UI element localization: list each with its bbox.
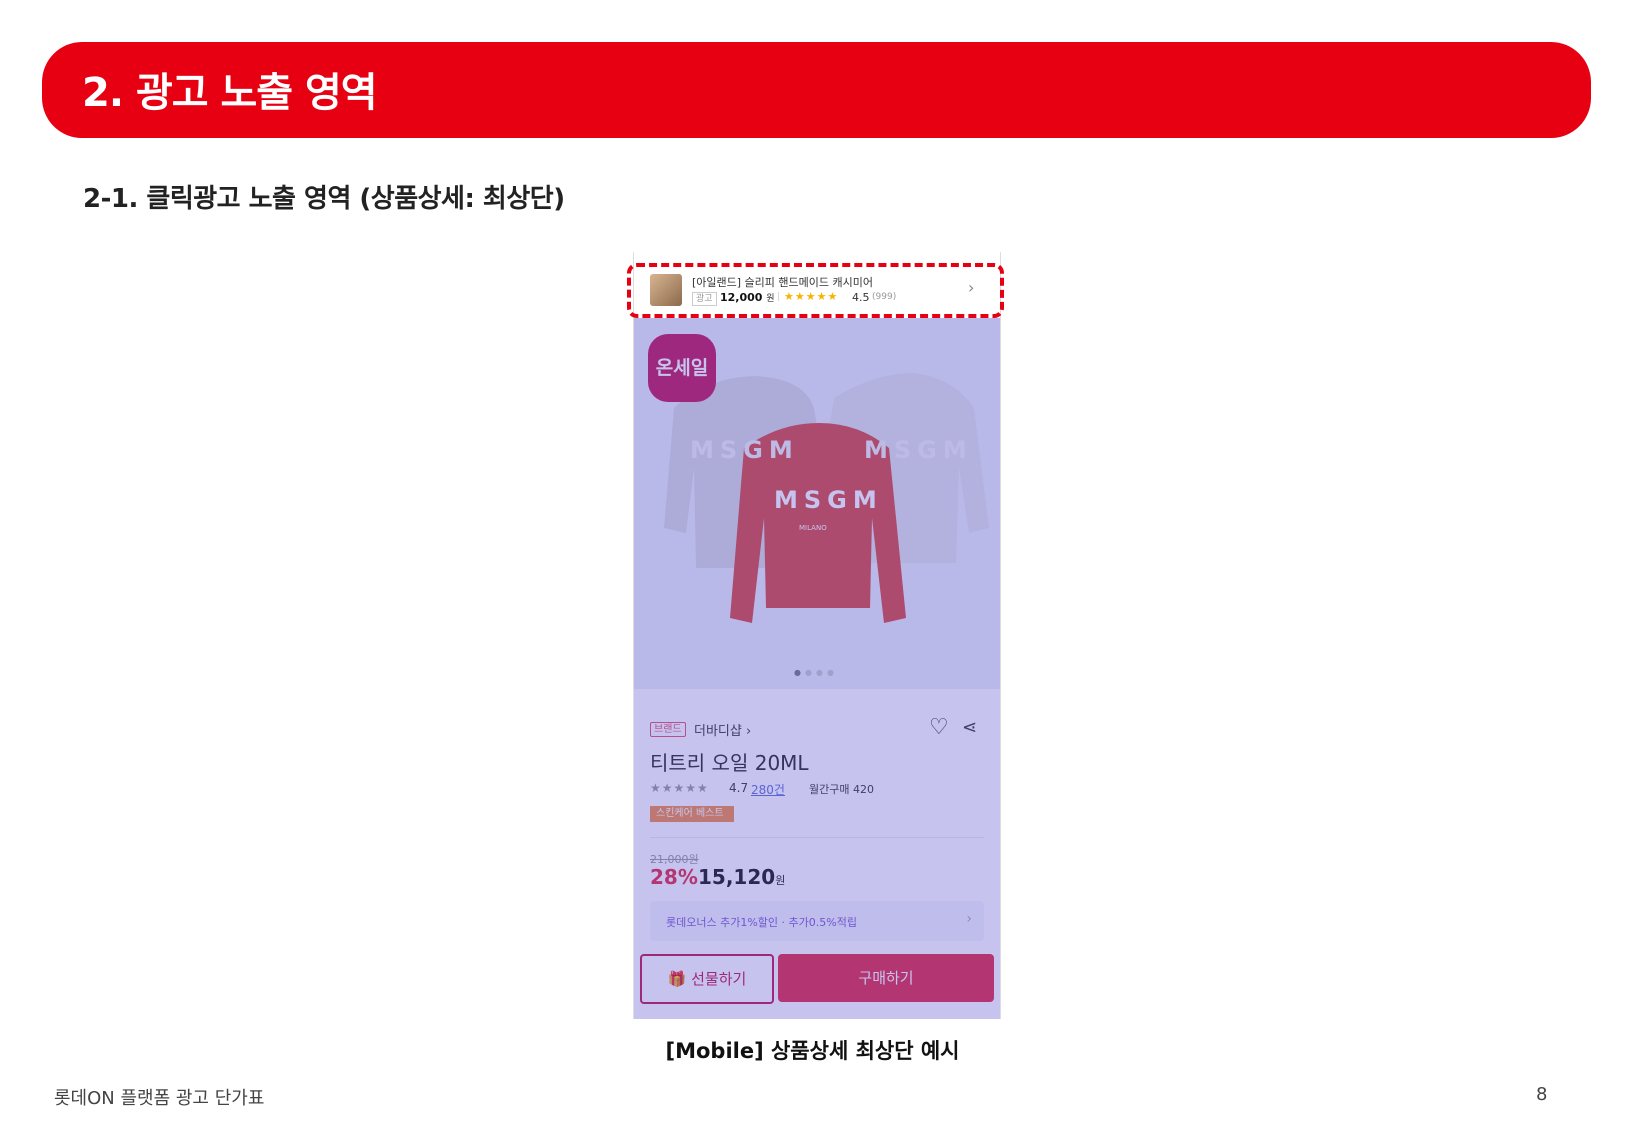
ad-highlight-box — [627, 263, 1004, 318]
dim-overlay — [634, 318, 1000, 1019]
figure-caption: [Mobile] 상품상세 최상단 예시 — [665, 1039, 960, 1063]
mobile-screenshot: [아일랜드] 슬리피 핸드메이드 캐시미어 광고 12,000 원 | ★★★★… — [633, 252, 1001, 1019]
footer-title: 롯데ON 플랫폼 광고 단가표 — [54, 1088, 265, 1109]
page-number: 8 — [1536, 1084, 1548, 1105]
section-title: 2. 광고 노출 영역 — [82, 70, 378, 116]
subsection-title: 2-1. 클릭광고 노출 영역 (상품상세: 최상단) — [83, 184, 565, 214]
section-header-banner: 2. 광고 노출 영역 — [42, 42, 1591, 138]
